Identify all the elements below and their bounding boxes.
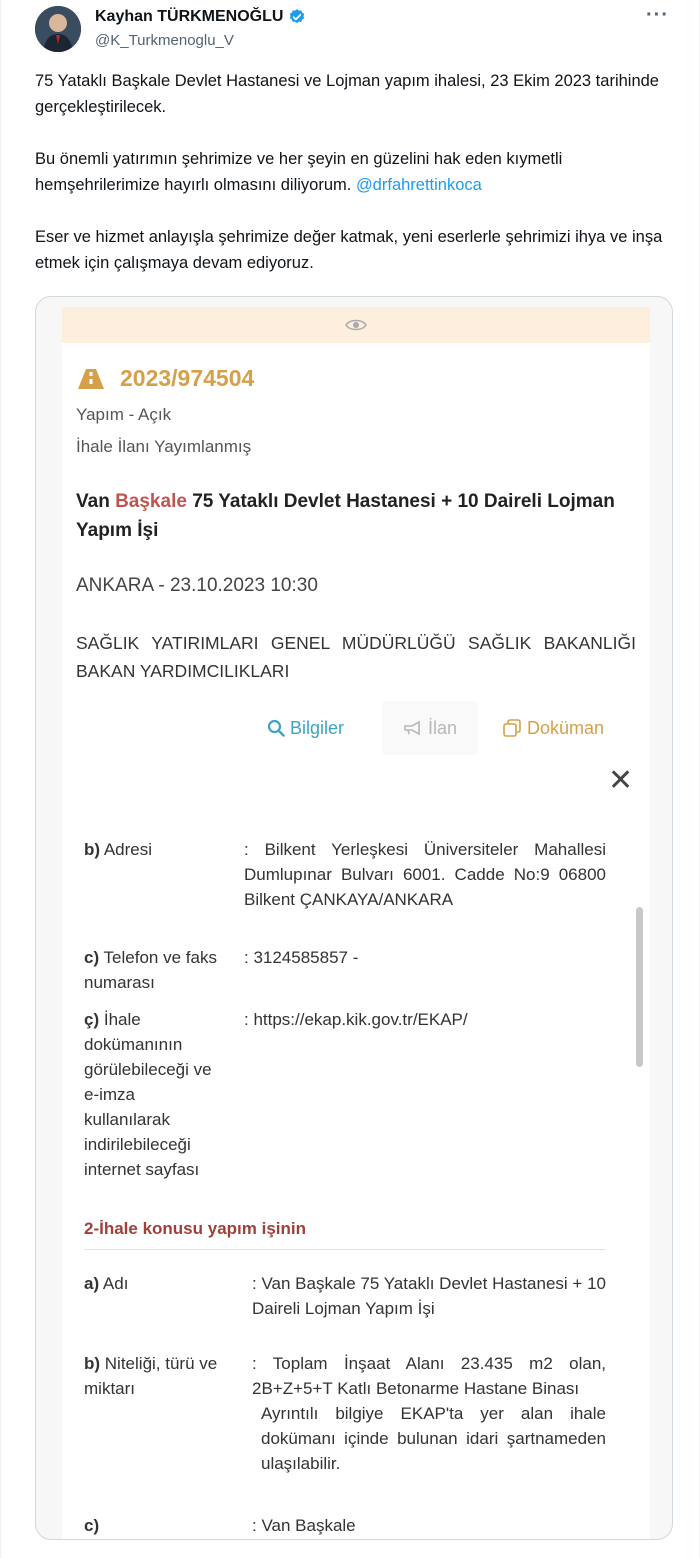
detail-row-dokuman-url: ç) İhale dokümanının görülebileceği ve e…: [84, 1007, 606, 1187]
detail-row-telefon: c) Telefon ve faks numarası : 3124585857…: [84, 945, 606, 1001]
close-icon[interactable]: ✕: [608, 763, 633, 798]
search-icon: [267, 719, 285, 737]
detail-label-text: İhale dokümanının görülebileceği ve e-im…: [84, 1010, 212, 1179]
ihale-title: Van Başkale 75 Yataklı Devlet Hastanesi …: [76, 487, 636, 545]
tweet: Kayhan TÜRKMENOĞLU @K_Turkmenoglu_V ··· …: [0, 0, 700, 1558]
mention-link[interactable]: @drfahrettinkoca: [356, 176, 482, 194]
detail-value-link[interactable]: : https://ekap.kik.gov.tr/EKAP/: [244, 1007, 606, 1032]
dokuman-label: Doküman: [527, 717, 605, 738]
action-bar: Bilgiler İlan Doküman: [62, 701, 650, 755]
ihale-card: 2023/974504 Yapım - Açık İhale İlanı Yay…: [62, 307, 650, 1539]
author-name-row[interactable]: Kayhan TÜRKMENOĞLU: [95, 8, 306, 26]
tweet-paragraph-2: Bu önemli yatırımın şehrimize ve her şey…: [35, 146, 675, 198]
detail-value-note: Ayrıntılı bilgiye EKAP'ta yer alan ihale…: [261, 1404, 606, 1473]
detail-value: : Toplam İnşaat Alanı 23.435 m2 olan, 2B…: [252, 1351, 606, 1476]
avatar[interactable]: [35, 6, 81, 52]
detail-key: ç): [84, 1010, 100, 1029]
detail-key: c): [84, 1516, 100, 1535]
ihale-type: Yapım - Açık: [76, 405, 172, 424]
detail-label: b) Niteliği, türü ve miktarı: [84, 1351, 234, 1401]
megaphone-icon: [404, 720, 420, 736]
detail-key: a): [84, 1274, 100, 1293]
detail-label-text: Telefon ve faks numarası: [84, 948, 217, 992]
detail-row-nitelik: b) Niteliği, türü ve miktarı : Toplam İn…: [84, 1351, 606, 1511]
detail-value: : Van Başkale 75 Yataklı Devlet Hastanes…: [252, 1274, 606, 1318]
author-name[interactable]: Kayhan TÜRKMENOĞLU: [95, 8, 283, 26]
ihale-number-row: 2023/974504: [76, 365, 254, 392]
bilgiler-button[interactable]: Bilgiler: [267, 701, 344, 755]
ilan-button[interactable]: İlan: [382, 701, 478, 755]
detail-row-cutoff: c) : Van Başkale: [84, 1513, 606, 1539]
detail-label: ç) İhale dokümanının görülebileceği ve e…: [84, 1007, 224, 1182]
detail-row-adres: b) Adresi : Bilkent Yerleşkesi Üniversit…: [84, 837, 606, 947]
detail-label: a) Adı: [84, 1271, 224, 1296]
tweet-paragraph-3: Eser ve hizmet anlayışla şehrimize değer…: [35, 228, 663, 272]
eye-icon: [345, 319, 367, 331]
attached-screenshot[interactable]: 2023/974504 Yapım - Açık İhale İlanı Yay…: [35, 296, 673, 1540]
tweet-text: 75 Yataklı Başkale Devlet Hastanesi ve L…: [35, 68, 675, 302]
dokuman-button[interactable]: Doküman: [502, 701, 604, 755]
detail-label: c) Telefon ve faks numarası: [84, 945, 224, 995]
detail-label-text: Niteliği, türü ve miktarı: [84, 1354, 218, 1398]
more-options-icon[interactable]: ···: [646, 4, 669, 27]
ihale-status: İhale İlanı Yayımlanmış: [76, 437, 252, 456]
detail-value: : Bilkent Yerleşkesi Üniversiteler Mahal…: [244, 840, 606, 909]
ihale-number: 2023/974504: [120, 365, 255, 391]
scrollbar[interactable]: [636, 907, 643, 1067]
detail-row-adi: a) Adı : Van Başkale 75 Yataklı Devlet H…: [84, 1271, 606, 1351]
detail-key: c): [84, 948, 100, 967]
detail-label-text: Adı: [102, 1274, 129, 1293]
ihale-date: ANKARA - 23.10.2023 10:30: [76, 575, 318, 596]
documents-icon: [503, 719, 521, 737]
bilgiler-label: Bilgiler: [290, 717, 345, 738]
tweet-paragraph-1: 75 Yataklı Başkale Devlet Hastanesi ve L…: [35, 72, 659, 116]
ihale-title-pre: Van: [76, 491, 116, 512]
detail-key: b): [84, 1354, 101, 1373]
detail-label: b) Adresi: [84, 837, 224, 862]
road-construction-icon: [78, 368, 104, 389]
avatar-photo: [35, 6, 81, 52]
ilan-label: İlan: [427, 717, 458, 738]
ihale-title-highlight: Başkale: [115, 491, 187, 512]
author-handle[interactable]: @K_Turkmenoglu_V: [95, 32, 234, 49]
tweet-paragraph-2-text: Bu önemli yatırımın şehrimize ve her şey…: [35, 150, 563, 194]
section-heading: 2-İhale konusu yapım işinin: [84, 1219, 606, 1250]
detail-value: : 3124585857 -: [244, 948, 359, 967]
detail-value: : Van Başkale: [252, 1516, 356, 1535]
verified-badge-icon: [290, 9, 305, 24]
detail-key: b): [84, 840, 101, 859]
detail-label-text: Adresi: [103, 840, 153, 859]
view-bar: [62, 307, 650, 343]
ihale-organization: SAĞLIK YATIRIMLARI GENEL MÜDÜRLÜĞÜ SAĞLI…: [76, 633, 636, 681]
detail-label: c): [84, 1513, 224, 1538]
detail-value-line: : Toplam İnşaat Alanı 23.435 m2 olan, 2B…: [252, 1354, 606, 1398]
